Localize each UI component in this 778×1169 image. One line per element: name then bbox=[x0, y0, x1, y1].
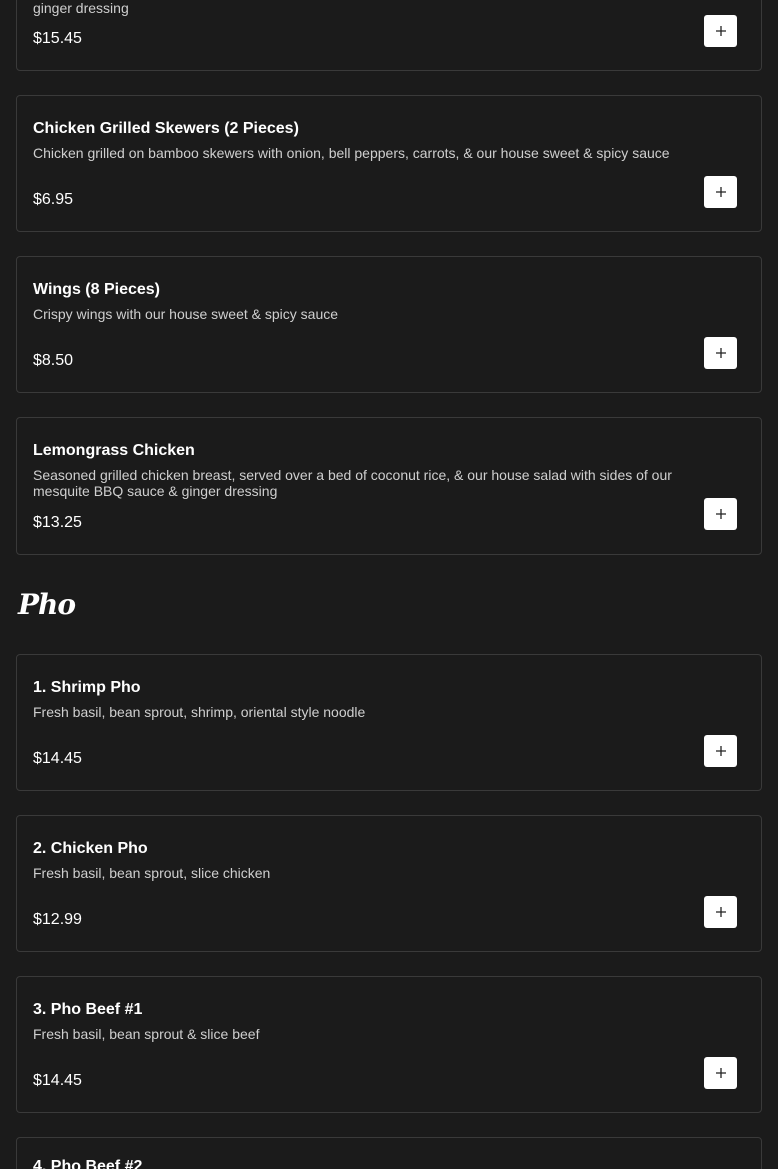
plus-icon bbox=[715, 26, 726, 36]
item-price: $14.45 bbox=[33, 750, 82, 767]
item-description: Fresh basil, bean sprout, shrimp, orient… bbox=[33, 704, 366, 720]
item-name: Chicken Grilled Skewers (2 Pieces) bbox=[33, 120, 299, 137]
item-description: Seasoned grilled chicken breast, served … bbox=[33, 467, 672, 499]
add-to-cart-button[interactable] bbox=[704, 735, 737, 767]
item-price: $8.50 bbox=[33, 352, 74, 369]
add-to-cart-button[interactable] bbox=[704, 896, 737, 928]
plus-icon bbox=[715, 187, 726, 197]
item-name: Wings (8 Pieces) bbox=[33, 281, 161, 298]
item-description: Chicken grilled on bamboo skewers with o… bbox=[33, 145, 670, 161]
menu-item-card[interactable]: Wings (8 Pieces) Crispy wings with our h… bbox=[16, 256, 762, 393]
menu-item-card[interactable]: Chicken Grilled Skewers (2 Pieces) Chick… bbox=[16, 95, 762, 232]
item-price: $14.45 bbox=[33, 1072, 82, 1089]
plus-icon bbox=[715, 509, 726, 519]
item-description: Crispy wings with our house sweet & spic… bbox=[33, 306, 339, 322]
section-title: Pho bbox=[18, 588, 76, 621]
add-to-cart-button[interactable] bbox=[704, 1057, 737, 1089]
item-name: Lemongrass Chicken bbox=[33, 442, 195, 459]
item-description: Fresh basil, bean sprout, slice chicken bbox=[33, 865, 271, 881]
menu-item-card[interactable]: 4. Pho Beef #2 bbox=[16, 1137, 762, 1169]
menu-item-card[interactable]: ginger dressing $15.45 bbox=[16, 0, 762, 71]
plus-icon bbox=[715, 348, 726, 358]
menu-item-card[interactable]: Lemongrass Chicken Seasoned grilled chic… bbox=[16, 417, 762, 555]
item-price: $13.25 bbox=[33, 514, 82, 531]
item-name: 3. Pho Beef #1 bbox=[33, 1001, 143, 1018]
item-price: $12.99 bbox=[33, 911, 82, 928]
item-name: 4. Pho Beef #2 bbox=[33, 1158, 143, 1169]
item-name: 2. Chicken Pho bbox=[33, 840, 148, 857]
menu-item-card[interactable]: 3. Pho Beef #1 Fresh basil, bean sprout … bbox=[16, 976, 762, 1113]
plus-icon bbox=[715, 907, 726, 917]
plus-icon bbox=[715, 746, 726, 756]
plus-icon bbox=[715, 1068, 726, 1078]
add-to-cart-button[interactable] bbox=[704, 176, 737, 208]
menu-item-card[interactable]: 2. Chicken Pho Fresh basil, bean sprout,… bbox=[16, 815, 762, 952]
add-to-cart-button[interactable] bbox=[704, 337, 737, 369]
item-price: $6.95 bbox=[33, 191, 74, 208]
item-description: Fresh basil, bean sprout & slice beef bbox=[33, 1026, 260, 1042]
item-name: 1. Shrimp Pho bbox=[33, 679, 141, 696]
add-to-cart-button[interactable] bbox=[704, 498, 737, 530]
item-description: ginger dressing bbox=[33, 0, 129, 16]
add-to-cart-button[interactable] bbox=[704, 15, 737, 47]
menu-item-card[interactable]: 1. Shrimp Pho Fresh basil, bean sprout, … bbox=[16, 654, 762, 791]
item-price: $15.45 bbox=[33, 30, 82, 47]
